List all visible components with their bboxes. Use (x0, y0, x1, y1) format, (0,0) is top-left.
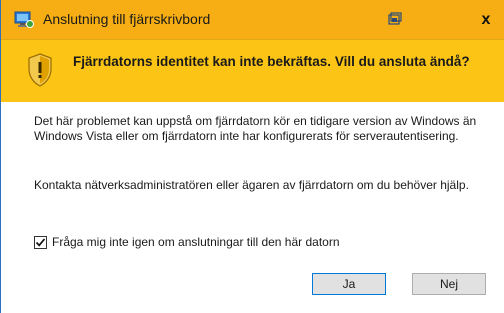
title-bar[interactable]: Anslutning till fjärrskrivbord x (1, 0, 504, 39)
warning-banner: Fjärrdatorns identitet kan inte bekräfta… (1, 39, 504, 102)
close-icon: x (481, 10, 491, 28)
warning-shield-icon (28, 53, 52, 87)
contact-paragraph: Kontakta nätverksadministratören eller ä… (34, 178, 469, 192)
restore-icon[interactable] (388, 12, 402, 26)
no-button[interactable]: Nej (412, 273, 486, 295)
remote-desktop-dialog: Anslutning till fjärrskrivbord x Fjärrda… (0, 0, 504, 313)
check-icon (35, 237, 46, 247)
dont-ask-again-label[interactable]: Fråga mig inte igen om anslutningar till… (52, 235, 340, 249)
warning-message: Fjärrdatorns identitet kan inte bekräfta… (73, 54, 470, 69)
close-button[interactable]: x (467, 0, 504, 39)
info-paragraph: Det här problemet kan uppstå om fjärrdat… (34, 114, 477, 143)
window-title: Anslutning till fjärrskrivbord (43, 11, 211, 27)
remote-desktop-icon (14, 11, 34, 28)
dont-ask-again-checkbox[interactable] (34, 235, 47, 249)
yes-button[interactable]: Ja (312, 273, 386, 295)
dont-ask-again-row[interactable]: Fråga mig inte igen om anslutningar till… (34, 234, 340, 250)
